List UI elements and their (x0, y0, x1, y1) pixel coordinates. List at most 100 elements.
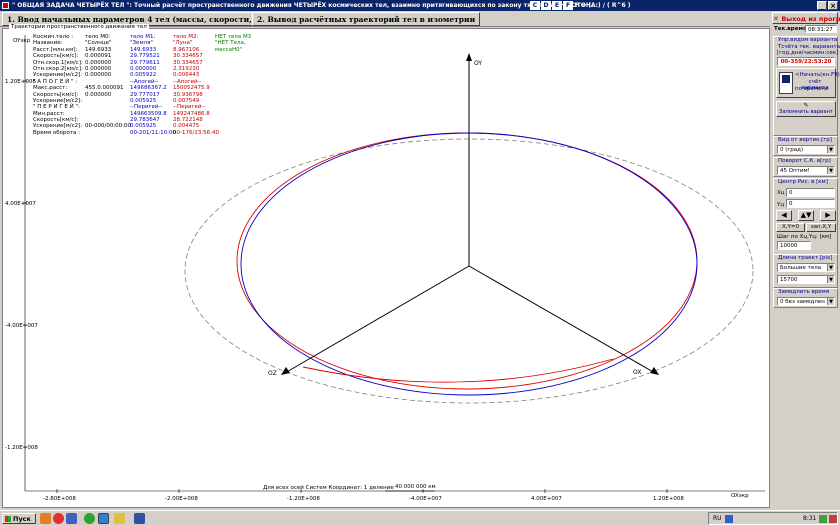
xc-input[interactable]: 0 (786, 188, 835, 197)
save-caption-2: [год.дня/часмин:сек] (777, 50, 839, 56)
reset-center-button[interactable]: Х,Y=0 (776, 223, 805, 232)
tray-icon[interactable] (725, 515, 733, 523)
y-tick-label: -4.00E+007 (5, 323, 38, 329)
app-window: " ОБЩАЯ ЗАДАЧА ЧЕТЫРЁХ ТЕЛ ": Точный рас… (0, 0, 840, 525)
control-group: Упр.видом варианта Тсчёта тек. варианта … (773, 36, 840, 136)
chevron-down-icon: ▼ (827, 167, 834, 174)
title-bar: " ОБЩАЯ ЗАДАЧА ЧЕТЫРЁХ ТЕЛ ": Точный рас… (0, 0, 840, 11)
control-group-title: Упр.видом варианта (778, 37, 838, 43)
arrow-updown-icon: ▲▼ (800, 211, 812, 219)
info-cell: 00-201/11:10:00 (130, 129, 177, 136)
pan-left-button[interactable]: ◀ (776, 210, 792, 221)
time-label: Тек.время (774, 26, 807, 32)
active-task-icon[interactable] (98, 513, 109, 524)
start-button[interactable]: Пуск (2, 513, 36, 524)
oy-axis-label: OY (474, 60, 482, 67)
mini-tab-f[interactable]: F (563, 1, 573, 10)
exit-button[interactable]: ✕ Выход из прогр. (772, 12, 840, 24)
oz-axis-label: OZ (268, 370, 277, 377)
title-mini-tabs: C D E F (530, 1, 573, 10)
folder-icon[interactable] (66, 513, 77, 524)
browser-icon[interactable] (40, 513, 51, 524)
y-tick-label: 1.20E+008 (5, 79, 36, 85)
app-green-icon[interactable] (84, 513, 95, 524)
app-yellow-icon[interactable] (114, 513, 125, 524)
start-calc-button[interactable]: <Начать(кн.F9) счёт варианта по времени (776, 68, 840, 98)
language-indicator[interactable]: RU (713, 513, 722, 524)
remember-variant-label: Запомнить вариант (779, 109, 833, 115)
pen-icon: ✎ (803, 102, 809, 109)
step-input[interactable]: 10000 (777, 241, 811, 250)
opera-icon[interactable] (53, 513, 64, 524)
arrow-right-icon: ▶ (825, 211, 831, 219)
yc-input[interactable]: 0 (786, 199, 835, 208)
ox-arrow-icon (650, 367, 659, 375)
xc-label: Xц (777, 190, 785, 196)
mini-tab-e[interactable]: E (552, 1, 562, 10)
close-window-button[interactable]: × (828, 1, 838, 10)
minimize-button[interactable]: _ (817, 1, 827, 10)
y-tick-label: -1.20E+008 (5, 445, 38, 451)
body-size-select[interactable]: Большие тела ▼ (777, 263, 835, 272)
view-angle-select[interactable]: 0 (град) ▼ (777, 145, 835, 154)
save-center-button[interactable]: зап.Х,Y (806, 223, 836, 232)
slowdown-group: Замедлить время 0 без замедлен ▼ (773, 288, 838, 308)
mini-tab-c[interactable]: C (530, 1, 540, 10)
pan-updown-button[interactable]: ▲▼ (798, 210, 814, 221)
view-angle-group: Вид от вертик.[гр] 0 (град) ▼ (773, 136, 838, 156)
center-title: Центр Рис. в [км] (778, 179, 828, 185)
pan-right-button[interactable]: ▶ (820, 210, 836, 221)
trajectory-plot: 1.20E+008 4.00E+007 -4.00E+007 -1.20E+008 -… (5, 35, 765, 502)
center-group: Центр Рис. в [км] Xц 0 Yц 0 ◀ ▲▼ ▶ Х,Y=0… (773, 178, 838, 266)
oz-axis-line (284, 265, 470, 374)
x-tick-label: -4.00E+007 (409, 496, 442, 502)
x-tick-label: -2.80E+008 (43, 496, 76, 502)
control-sidebar: Тек.время 08:31:27 Упр.видом варианта Тс… (772, 25, 840, 508)
ox-axis-label: OX (633, 369, 641, 376)
remember-variant-button[interactable]: ✎ Запомнить вариант (776, 101, 836, 117)
slowdown-title: Замедлить время (778, 289, 830, 295)
start-calc-label-1: <Начать(кн.F9) (795, 72, 840, 78)
chevron-down-icon: ▼ (827, 298, 834, 305)
tray-icon[interactable] (819, 515, 827, 523)
yc-label: Yц (777, 202, 785, 208)
chevron-down-icon: ▼ (827, 146, 834, 153)
y-tick-label: 4.00E+007 (5, 201, 36, 207)
taskbar: Пуск RU 8:31 (0, 510, 840, 525)
x-tick-label: -1.20E+008 (287, 496, 320, 502)
tab-output-trajectories[interactable]: 2. Вывод расчётных траекторий тел в изом… (252, 12, 481, 26)
moon-orbit (236, 132, 698, 390)
info-cell: 0.000000 (85, 72, 112, 79)
scale-value: 40 000 000 км (395, 484, 436, 490)
info-cell: 00-000/00:00:00 (85, 123, 132, 130)
save-task-icon[interactable] (134, 513, 145, 524)
rotation-title: Поворот С.К. в[гр] (778, 158, 831, 164)
ox-axis-line (468, 265, 656, 374)
body-size-value: Большие тела (780, 265, 822, 271)
reset-center-label: Х,Y=0 (782, 224, 799, 230)
screen-y-axis-label: OYэкр (13, 38, 31, 44)
info-cell: массаН0" (215, 46, 243, 53)
rotation-group: Поворот С.К. в[гр] 45 Оптим! ▼ (773, 157, 838, 177)
tray-icon[interactable] (829, 515, 837, 523)
info-cell: Время оборота : (33, 129, 81, 136)
slowdown-select[interactable]: 0 без замедлен ▼ (777, 297, 835, 306)
chevron-down-icon: ▼ (827, 264, 834, 271)
trajectory-panel: Траектории пространственного движения те… (2, 24, 770, 508)
x-tick-label: 1.20E+008 (653, 496, 684, 502)
windows-flag-icon (5, 516, 11, 522)
save-center-label: зап.Х,Y (810, 224, 832, 230)
chevron-down-icon: ▼ (827, 276, 834, 283)
mini-tab-d[interactable]: D (541, 1, 551, 10)
app-icon (2, 2, 9, 9)
rotation-value: 45 Оптим! (780, 168, 810, 174)
window-title: " ОБЩАЯ ЗАДАЧА ЧЕТЫРЁХ ТЕЛ ": Точный рас… (12, 2, 598, 9)
calc-icon (779, 72, 793, 94)
time-field: 08:31:27 (805, 25, 837, 33)
trajectory-length-select[interactable]: 15700 ▼ (777, 275, 835, 284)
step-label: Шаг по Хц,Yц: [км] (777, 234, 832, 240)
scale-note: Для всех осей Систем Координат: 1 делени… (263, 484, 394, 491)
calc-time-field: 00-359/22:53:20 (777, 57, 835, 66)
rotation-select[interactable]: 45 Оптим! ▼ (777, 166, 835, 175)
screen-x-axis-label: OXэкр (731, 493, 749, 499)
